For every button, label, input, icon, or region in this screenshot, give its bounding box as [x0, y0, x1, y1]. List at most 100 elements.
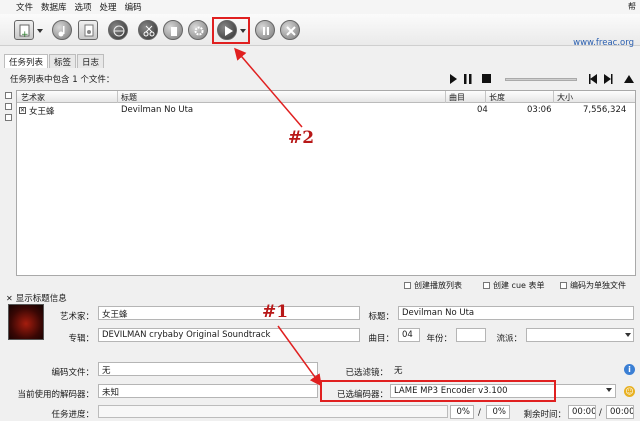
create-playlist-checkbox[interactable] [404, 281, 411, 289]
chevron-down-icon[interactable] [606, 388, 612, 392]
settings-button[interactable] [188, 20, 208, 40]
info-icon[interactable]: i [624, 364, 635, 375]
stop-encoding-button[interactable] [280, 20, 300, 40]
job-list-summary: 任务列表中包含 1 个文件： [10, 75, 115, 85]
column-size[interactable]: 大小 [557, 92, 573, 103]
menu-help[interactable]: 帮 [628, 1, 636, 12]
highlight-start-button [212, 17, 250, 44]
scissors-icon [143, 25, 155, 37]
option-create-cue[interactable]: 创建 cue 表单 [483, 279, 544, 291]
column-separator[interactable] [445, 91, 446, 103]
tab-log[interactable]: 日志 [77, 54, 105, 68]
title-label: 标题： [368, 312, 394, 322]
chevron-down-icon[interactable] [625, 333, 631, 337]
menu-process[interactable]: 处理 [100, 1, 117, 13]
encode-file-label: 编码文件： [51, 368, 94, 378]
row-checkbox[interactable]: ✕ [19, 107, 26, 114]
column-artist[interactable]: 艺术家 [21, 92, 45, 103]
previous-track-bar [589, 74, 591, 84]
clear-list-button[interactable] [163, 20, 183, 40]
previous-track-icon[interactable] [590, 74, 597, 84]
time-separator: / [599, 408, 602, 418]
stop-icon[interactable] [482, 74, 491, 83]
row-title: Devilman No Uta [121, 105, 194, 115]
genre-label: 流派： [496, 334, 522, 344]
seek-slider[interactable] [505, 78, 577, 81]
encode-single-checkbox[interactable] [560, 281, 567, 289]
toolbar: + www.freac.org [0, 14, 640, 48]
decoder-label: 当前使用的解码器： [17, 390, 94, 400]
artist-label: 艺术家： [59, 312, 94, 322]
progress-separator: / [478, 408, 481, 418]
pause-icon[interactable] [469, 74, 472, 84]
eject-icon[interactable] [624, 75, 634, 83]
show-title-info-toggle[interactable]: ✕ 显示标题信息 [6, 292, 67, 305]
artist-field[interactable]: 女王蜂 [98, 306, 360, 320]
website-link[interactable]: www.freac.org [573, 38, 634, 48]
filter-label: 已选滤镜： [345, 368, 388, 378]
trash-icon [171, 27, 177, 36]
genre-select[interactable] [526, 328, 634, 342]
main-tabs: 任务列表 标签 日志 [4, 54, 105, 68]
file-info-button[interactable] [78, 20, 98, 40]
track-field[interactable]: 04 [398, 328, 420, 342]
album-field[interactable]: DEVILMAN crybaby Original Soundtrack [98, 328, 360, 342]
close-icon [286, 26, 296, 36]
remaining-time-label: 剩余时间： [523, 410, 566, 420]
cd-audio-button[interactable] [52, 20, 72, 40]
column-track[interactable]: 曲目 [449, 92, 465, 103]
menu-database[interactable]: 数据库 [41, 1, 67, 13]
gear-icon [194, 26, 204, 36]
table-row[interactable]: ✕ 女王蜂 Devilman No Uta 04 03:06 7,556,324 [17, 105, 635, 117]
column-title[interactable]: 标题 [121, 92, 137, 103]
title-field[interactable]: Devilman No Uta [398, 306, 634, 320]
menu-encode[interactable]: 编码 [125, 1, 142, 13]
annotation-2: #2 [288, 128, 315, 148]
music-note-icon [58, 26, 65, 37]
row-artist: 女王蜂 [29, 107, 55, 117]
tab-tags[interactable]: 标签 [49, 54, 77, 68]
pause-encoding-button[interactable] [255, 20, 275, 40]
svg-text:+: + [21, 30, 29, 38]
year-field[interactable] [456, 328, 486, 342]
album-label: 专辑： [68, 334, 94, 344]
cddb-query-button[interactable] [108, 20, 128, 40]
progress-percent-total: 0% [486, 405, 510, 419]
select-none-checkbox[interactable] [5, 103, 12, 110]
highlight-encoder [320, 380, 556, 402]
column-separator[interactable] [117, 91, 118, 103]
add-files-dropdown-icon[interactable] [37, 29, 43, 33]
pause-icon[interactable] [464, 74, 467, 84]
pause-icon [263, 27, 269, 35]
progress-label: 任务进度： [51, 410, 94, 420]
create-cue-checkbox[interactable] [483, 281, 490, 289]
menu-file[interactable]: 文件 [16, 1, 33, 13]
toggle-x-icon[interactable]: ✕ [6, 294, 13, 303]
tab-job-list[interactable]: 任务列表 [4, 54, 49, 68]
globe-icon [113, 25, 125, 37]
select-all-checkbox[interactable] [5, 92, 12, 99]
column-length[interactable]: 长度 [489, 92, 505, 103]
option-create-playlist[interactable]: 创建播放列表 [404, 279, 462, 291]
next-track-icon[interactable] [604, 74, 611, 84]
show-title-info-label: 显示标题信息 [15, 294, 67, 304]
add-files-icon: + [19, 24, 30, 38]
progress-percent-file: 0% [450, 405, 474, 419]
menu-options[interactable]: 选项 [75, 1, 92, 13]
invert-selection-checkbox[interactable] [5, 114, 12, 121]
encode-file-field: 无 [98, 362, 318, 376]
job-list-header: 艺术家 标题 曲目 长度 大小 [17, 91, 635, 103]
remaining-time-file: 00:00 [568, 405, 596, 419]
add-files-button[interactable]: + [14, 20, 34, 40]
remove-button[interactable] [138, 20, 158, 40]
column-separator[interactable] [553, 91, 554, 103]
row-length: 03:06 [527, 105, 552, 115]
document-icon [84, 24, 94, 37]
create-cue-label: 创建 cue 表单 [493, 280, 545, 290]
configure-encoder-icon[interactable]: ☺ [624, 386, 635, 397]
create-playlist-label: 创建播放列表 [414, 280, 462, 290]
play-icon[interactable] [450, 74, 457, 84]
column-separator[interactable] [485, 91, 486, 103]
track-label: 曲目： [368, 334, 394, 344]
option-encode-single[interactable]: 编码为单独文件 [560, 279, 626, 291]
